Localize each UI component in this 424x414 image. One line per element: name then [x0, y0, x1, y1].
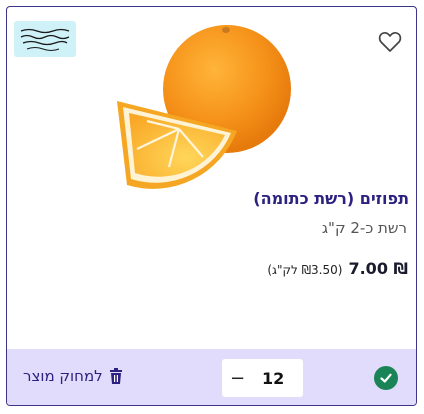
product-subtitle: רשת כ-2 ק"ג [321, 219, 407, 237]
trash-icon [109, 368, 122, 384]
heart-icon[interactable] [376, 29, 404, 55]
unit-price: (₪3.50 לק"ג) [267, 263, 343, 277]
remove-product-label: למחוק מוצר [23, 367, 103, 385]
decrease-quantity-button[interactable]: − [230, 368, 250, 389]
kosher-logo [14, 21, 76, 57]
remove-product-button[interactable]: למחוק מוצר [23, 367, 123, 385]
price: ₪ 7.00 [348, 259, 408, 278]
product-image [107, 17, 313, 189]
cart-footer: − 12 למחוק מוצר [7, 349, 416, 405]
check-circle-icon [374, 366, 398, 390]
quantity-stepper: − 12 [222, 359, 303, 397]
quantity-value[interactable]: 12 [262, 369, 284, 388]
product-title[interactable]: תפוזים (רשת כתומה) [253, 189, 409, 208]
product-card: תפוזים (רשת כתומה) רשת כ-2 ק"ג ₪ 7.00 (₪… [6, 6, 417, 406]
price-row: ₪ 7.00 (₪3.50 לק"ג) [267, 259, 408, 278]
